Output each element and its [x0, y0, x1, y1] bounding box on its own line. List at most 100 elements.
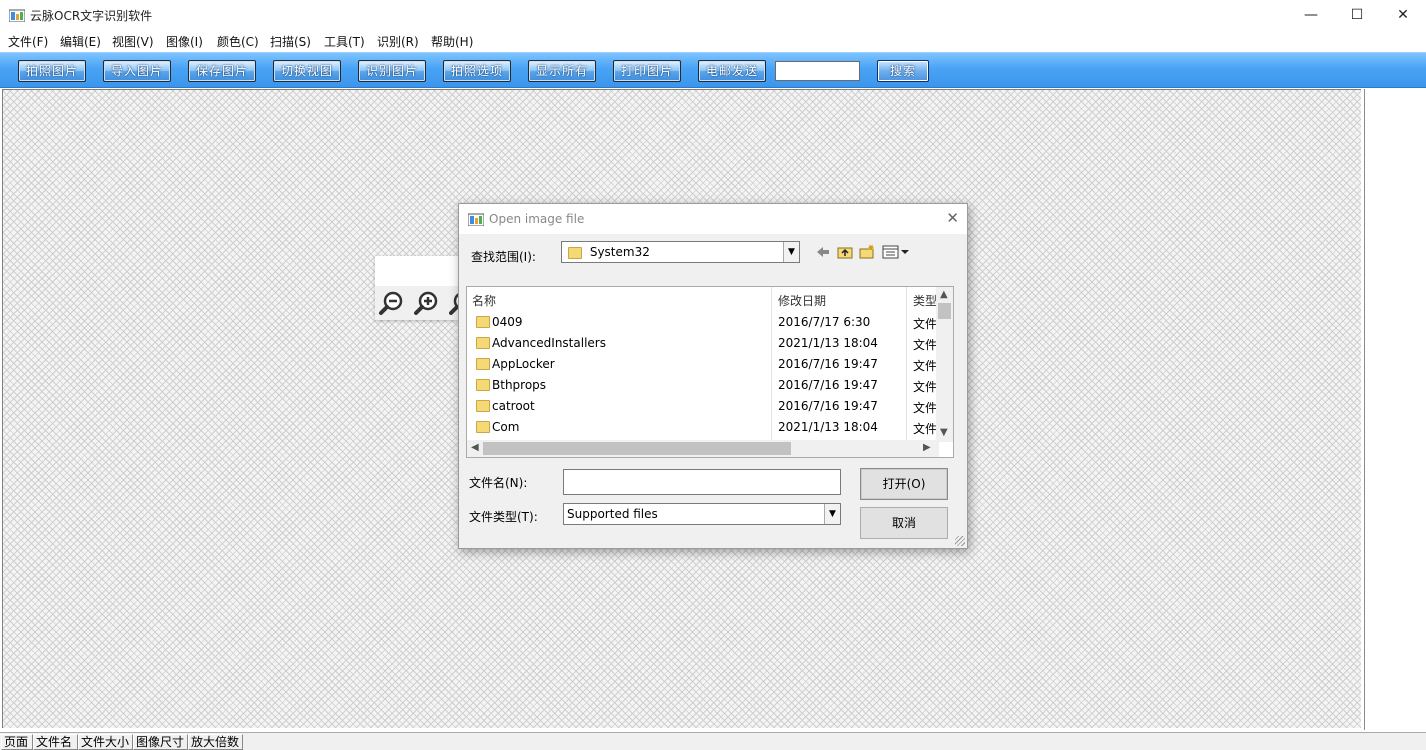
folder-icon [476, 379, 490, 391]
folder-icon [568, 246, 582, 259]
vertical-scrollbar[interactable]: ▲ ▼ [936, 287, 953, 442]
status-page: 页面 [1, 734, 33, 750]
cancel-button[interactable]: 取消 [860, 507, 948, 539]
menu-help[interactable]: 帮助(H) [431, 33, 473, 50]
status-zoom: 放大倍数 [188, 734, 243, 750]
dialog-title: Open image file [489, 212, 585, 226]
file-date: 2021/1/13 18:04 [778, 420, 878, 434]
look-in-select[interactable]: System32 ▼ [561, 241, 800, 263]
zoom-out-icon[interactable] [379, 290, 405, 316]
horizontal-scrollbar[interactable]: ◀ ▶ [467, 440, 939, 457]
file-date: 2016/7/16 19:47 [778, 399, 878, 413]
status-filesize: 文件大小 [78, 734, 133, 750]
filename-label: 文件名(N): [469, 476, 528, 490]
view-menu-icon[interactable] [882, 244, 910, 260]
up-folder-icon[interactable] [837, 244, 853, 260]
toolbar: 拍照图片 导入图片 保存图片 切换视图 识别图片 拍照选项 显示所有 打印图片 … [0, 52, 1426, 88]
chevron-down-icon: ▼ [824, 504, 840, 524]
file-type: 文件 [913, 380, 938, 394]
chevron-down-icon: ▼ [783, 242, 799, 262]
file-row[interactable]: AdvancedInstallers 2021/1/13 18:04 文件 [467, 332, 941, 353]
dialog-close-button[interactable]: ✕ [946, 209, 959, 227]
show-all-button[interactable]: 显示所有 [528, 60, 596, 82]
zoom-panel-header [375, 256, 465, 286]
app-icon [468, 213, 484, 226]
scroll-down-icon[interactable]: ▼ [940, 427, 948, 438]
recognize-image-button[interactable]: 识别图片 [358, 60, 426, 82]
filetype-select[interactable]: Supported files ▼ [563, 503, 841, 525]
menu-edit[interactable]: 编辑(E) [60, 33, 101, 50]
import-image-button[interactable]: 导入图片 [103, 60, 171, 82]
print-image-button[interactable]: 打印图片 [613, 60, 681, 82]
capture-photo-button[interactable]: 拍照图片 [18, 60, 86, 82]
sort-up-icon: ^ [616, 286, 625, 294]
file-row[interactable]: AppLocker 2016/7/16 19:47 文件 [467, 353, 941, 374]
resize-grip[interactable] [955, 536, 965, 546]
scroll-thumb[interactable] [938, 303, 951, 319]
open-file-dialog: Open image file ✕ 查找范围(I): System32 ▼ 名称… [458, 203, 968, 549]
file-name: catroot [492, 399, 535, 413]
file-name: AppLocker [492, 357, 555, 371]
menu-view[interactable]: 视图(V) [112, 33, 154, 50]
file-list-header: 名称 ^ 修改日期 类型 [467, 287, 953, 311]
menu-bar: 文件(F) 编辑(E) 视图(V) 图像(I) 颜色(C) 扫描(S) 工具(T… [0, 30, 1426, 52]
file-type: 文件 [913, 422, 938, 436]
menu-tools[interactable]: 工具(T) [324, 33, 365, 50]
file-type: 文件 [913, 359, 938, 373]
column-date[interactable]: 修改日期 [778, 292, 826, 309]
close-button[interactable]: ✕ [1380, 0, 1426, 30]
scroll-left-icon[interactable]: ◀ [471, 442, 479, 453]
folder-icon [476, 316, 490, 328]
title-bar: 云脉OCR文字识别软件 — ☐ ✕ [0, 0, 1426, 30]
new-folder-icon[interactable] [859, 244, 875, 260]
column-type[interactable]: 类型 [913, 292, 937, 309]
search-button[interactable]: 搜索 [877, 60, 929, 82]
right-panel [1364, 89, 1426, 730]
file-type: 文件 [913, 317, 938, 331]
menu-recognize[interactable]: 识别(R) [377, 33, 419, 50]
minimize-button[interactable]: — [1288, 0, 1334, 30]
filetype-label: 文件类型(T): [469, 510, 538, 524]
filename-input[interactable] [563, 469, 841, 495]
back-icon[interactable] [815, 244, 831, 260]
column-name[interactable]: 名称 [472, 292, 496, 309]
look-in-label: 查找范围(I): [471, 250, 536, 264]
folder-icon [476, 421, 490, 433]
save-image-button[interactable]: 保存图片 [188, 60, 256, 82]
file-row[interactable]: Com 2021/1/13 18:04 文件 [467, 416, 941, 437]
status-imagesize: 图像尺寸 [133, 734, 188, 750]
scroll-right-icon[interactable]: ▶ [923, 442, 931, 453]
file-type: 文件 [913, 401, 938, 415]
file-type: 文件 [913, 338, 938, 352]
menu-color[interactable]: 颜色(C) [217, 33, 259, 50]
folder-icon [476, 337, 490, 349]
file-list[interactable]: 名称 ^ 修改日期 类型 0409 2016/7/17 6:30 文件 Adva… [466, 286, 954, 458]
file-name: 0409 [492, 315, 523, 329]
photo-options-button[interactable]: 拍照选项 [443, 60, 511, 82]
maximize-button[interactable]: ☐ [1334, 0, 1380, 30]
email-send-button[interactable]: 电邮发送 [698, 60, 766, 82]
menu-scan[interactable]: 扫描(S) [270, 33, 311, 50]
file-row[interactable]: Bthprops 2016/7/16 19:47 文件 [467, 374, 941, 395]
file-row[interactable]: catroot 2016/7/16 19:47 文件 [467, 395, 941, 416]
file-name: AdvancedInstallers [492, 336, 606, 350]
file-row[interactable]: 0409 2016/7/17 6:30 文件 [467, 311, 941, 332]
zoom-panel [375, 256, 473, 320]
status-bar: 页面 文件名 文件大小 图像尺寸 放大倍数 [0, 732, 1426, 750]
look-in-value: System32 [589, 245, 650, 259]
zoom-in-icon[interactable] [414, 290, 440, 316]
menu-image[interactable]: 图像(I) [166, 33, 203, 50]
file-date: 2016/7/17 6:30 [778, 315, 871, 329]
window-title: 云脉OCR文字识别软件 [30, 9, 153, 23]
status-filename: 文件名 [33, 734, 78, 750]
scroll-thumb[interactable] [483, 442, 791, 455]
switch-view-button[interactable]: 切换视图 [273, 60, 341, 82]
file-date: 2021/1/13 18:04 [778, 336, 878, 350]
menu-file[interactable]: 文件(F) [8, 33, 48, 50]
file-date: 2016/7/16 19:47 [778, 357, 878, 371]
scroll-up-icon[interactable]: ▲ [940, 289, 948, 300]
search-input[interactable] [775, 61, 860, 81]
open-button[interactable]: 打开(O) [860, 468, 948, 500]
folder-icon [476, 358, 490, 370]
file-name: Bthprops [492, 378, 547, 392]
